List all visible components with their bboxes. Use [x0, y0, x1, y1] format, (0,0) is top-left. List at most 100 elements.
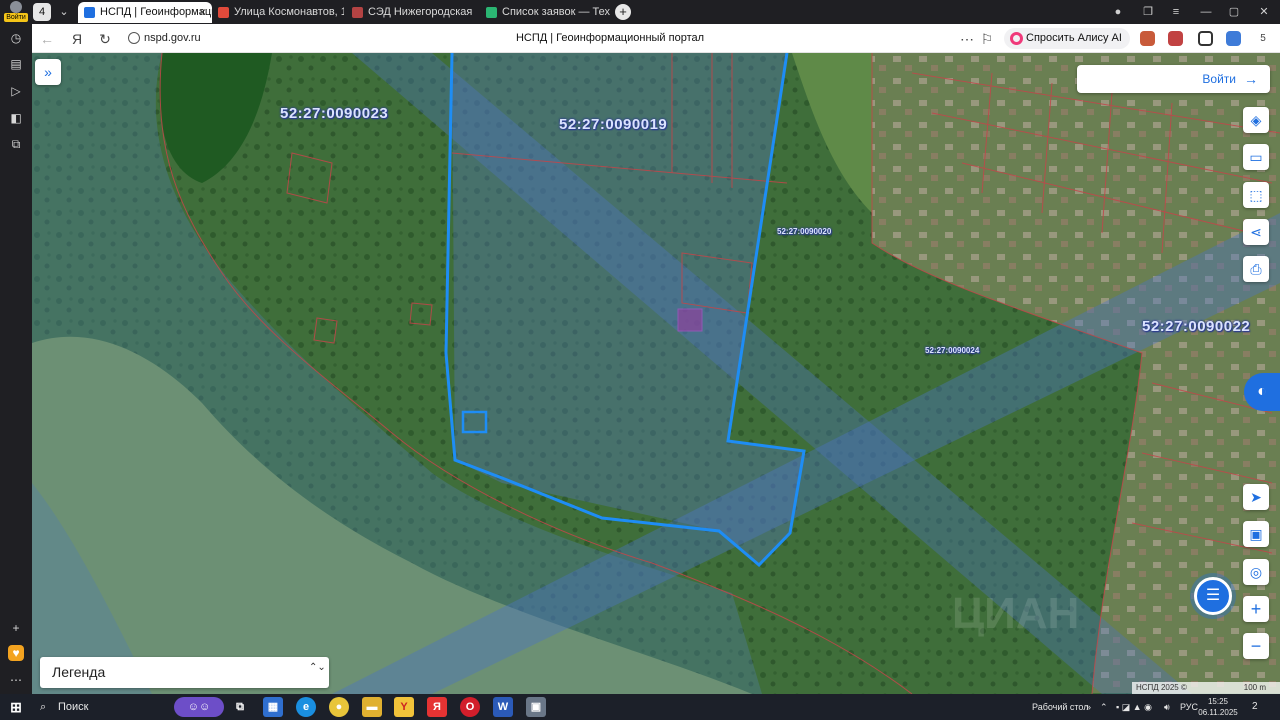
- history-icon[interactable]: ◷: [8, 30, 24, 46]
- measure-button[interactable]: ▭: [1243, 144, 1269, 170]
- search-highlight-image[interactable]: ☺☺: [174, 697, 224, 717]
- tab-title: Улица Космонавтов, 12 —: [234, 6, 344, 18]
- screenshot-icon[interactable]: ⧉: [8, 136, 24, 152]
- login-icon: →: [1244, 71, 1258, 87]
- menu-icon[interactable]: ≡: [1168, 4, 1184, 20]
- tab-nspd[interactable]: НСПД | Геоинформационный ×: [78, 2, 212, 23]
- media-icon[interactable]: ▷: [8, 83, 24, 99]
- word-icon[interactable]: W: [493, 697, 513, 717]
- legend-label: Легенда: [52, 664, 106, 680]
- page-menu-icon[interactable]: ⋯: [958, 30, 976, 48]
- volume-icon[interactable]: 🔊︎: [1164, 694, 1170, 720]
- messenger-icon[interactable]: ◧: [8, 110, 24, 126]
- cadastral-label[interactable]: 52:27:0090022: [1142, 318, 1250, 335]
- reload-icon[interactable]: ↻: [96, 30, 114, 48]
- sed-favicon-icon: [352, 7, 363, 18]
- windows-start-icon[interactable]: ⊞: [6, 697, 26, 717]
- minimap-button[interactable]: ▣: [1243, 521, 1269, 547]
- url-field[interactable]: nspd.gov.ru: [124, 28, 201, 49]
- tab-title: НСПД | Геоинформационный: [100, 6, 212, 18]
- tab-groups-button[interactable]: 4: [33, 3, 51, 21]
- downloads-icon[interactable]: 5: [1254, 30, 1272, 48]
- print-button[interactable]: ⎙: [1243, 256, 1269, 282]
- extension-1-icon[interactable]: [1140, 31, 1155, 46]
- back-arrow-icon[interactable]: ←: [38, 30, 56, 48]
- desktop-label[interactable]: Рабочий стол: [1032, 694, 1089, 720]
- yandex-browser-icon[interactable]: Y: [394, 697, 414, 717]
- notes-icon[interactable]: ▤: [8, 56, 24, 72]
- bookmark-icon[interactable]: ⚐: [978, 30, 996, 48]
- ask-alice-button[interactable]: Спросить Алису AI: [1004, 28, 1130, 49]
- zoom-out-button[interactable]: −: [1243, 633, 1269, 659]
- tab-list-chevron-icon[interactable]: ⌄: [55, 3, 73, 21]
- locate-button[interactable]: ➤: [1243, 484, 1269, 510]
- app-icon[interactable]: ▣: [526, 697, 546, 717]
- legend-dropdown[interactable]: Легенда ⌃⌄: [40, 657, 329, 688]
- chat-button[interactable]: ☰: [1194, 577, 1232, 615]
- account-icon[interactable]: ●: [1110, 4, 1126, 20]
- close-window-button[interactable]: ✕: [1256, 4, 1272, 20]
- time: 15:25: [1207, 697, 1229, 706]
- add-panel-icon[interactable]: +: [8, 620, 24, 636]
- tray-app-icons[interactable]: ▪ ◪ ▲ ◉: [1116, 694, 1152, 720]
- tab-street[interactable]: Улица Космонавтов, 12 —: [212, 2, 344, 23]
- alice-sidebar-icon[interactable]: ♥: [8, 645, 24, 661]
- downloads-count: 5: [1260, 33, 1266, 44]
- cadastral-label[interactable]: 52:27:0090024: [925, 346, 979, 355]
- browser-tab-strip: Войти 4 ⌄ НСПД | Геоинформационный × Ули…: [0, 0, 1280, 24]
- edge-icon[interactable]: e: [296, 697, 316, 717]
- yandex-icon[interactable]: Я: [68, 30, 86, 48]
- maps-favicon-icon: [218, 7, 229, 18]
- windows-taskbar: ⊞ ⌕ Поиск ☺☺ ⧉ ▦ e ● ▬ Y Я O W ▣ Рабочий…: [0, 694, 1280, 720]
- select-area-button[interactable]: ⬚: [1243, 182, 1269, 208]
- tab-sed[interactable]: СЭД Нижегородская обл: [346, 2, 474, 23]
- restore-button[interactable]: ▢: [1226, 4, 1242, 20]
- tab-requests[interactable]: Список заявок — ТехноК: [480, 2, 610, 23]
- cadastral-label[interactable]: 52:27:0090023: [280, 105, 388, 122]
- login-button[interactable]: Войти →: [1077, 65, 1270, 93]
- tab-title: СЭД Нижегородская обл: [368, 6, 474, 18]
- collections-bar-icon[interactable]: [1198, 31, 1213, 46]
- expand-panel-button[interactable]: »: [35, 59, 61, 85]
- chevron-up-down-icon: ⌃⌄: [309, 662, 326, 673]
- site-info-icon[interactable]: [128, 32, 140, 44]
- search-icon: ⌕: [40, 701, 47, 713]
- search-label: Поиск: [58, 701, 89, 713]
- map-attribution: НСПД 2025 © 100 m: [1132, 682, 1280, 694]
- svg-text:ЦИАН: ЦИАН: [952, 589, 1079, 638]
- avatar: [10, 1, 22, 13]
- cadastral-label[interactable]: 52:27:0090020: [777, 227, 831, 236]
- clock[interactable]: 15:25 06.11.2025: [1196, 696, 1240, 718]
- chrome-icon[interactable]: ●: [329, 697, 349, 717]
- scale-bar: 100 m: [1243, 683, 1266, 692]
- tray-expand-icon[interactable]: ⌃: [1100, 694, 1108, 720]
- minimize-button[interactable]: —: [1198, 4, 1214, 20]
- satellite-imagery: ЦИАН: [32, 53, 1280, 694]
- new-tab-button[interactable]: +: [615, 4, 631, 20]
- yandex-icon[interactable]: Я: [427, 697, 447, 717]
- share-button[interactable]: ⋖: [1243, 219, 1269, 245]
- desktop-chevron-icon[interactable]: »: [1086, 694, 1091, 720]
- file-explorer-icon[interactable]: ▬: [362, 697, 382, 717]
- more-icon[interactable]: ⋯: [8, 672, 24, 688]
- assistant-tab-icon[interactable]: ◐: [1244, 373, 1280, 411]
- geo-search-button[interactable]: ◎: [1243, 559, 1269, 585]
- cadastral-label[interactable]: 52:27:0090019: [559, 116, 667, 133]
- close-tab-icon[interactable]: ×: [199, 2, 206, 23]
- task-view-icon[interactable]: ⧉: [230, 697, 250, 717]
- browser-sidebar: ◷ ▤ ▷ ◧ ⧉ + ♥ ⋯: [0, 24, 32, 694]
- extension-3-icon[interactable]: [1226, 31, 1241, 46]
- zoom-in-button[interactable]: +: [1243, 596, 1269, 622]
- extension-2-icon[interactable]: [1168, 31, 1183, 46]
- taskbar-search[interactable]: ⌕ Поиск: [36, 696, 186, 718]
- attribution-text: НСПД 2025 ©: [1136, 683, 1187, 692]
- map-canvas[interactable]: ЦИАН 52:27:0090023 52:27:0090019 52:27:0…: [32, 53, 1280, 694]
- collections-icon[interactable]: ❐: [1140, 4, 1156, 20]
- widgets-icon[interactable]: ▦: [263, 697, 283, 717]
- url-text: nspd.gov.ru: [144, 32, 201, 44]
- notifications-icon[interactable]: 2: [1252, 694, 1258, 720]
- layers-button[interactable]: ◈: [1243, 107, 1269, 133]
- profile-button[interactable]: Войти: [4, 1, 28, 23]
- requests-favicon-icon: [486, 7, 497, 18]
- opera-icon[interactable]: O: [460, 697, 480, 717]
